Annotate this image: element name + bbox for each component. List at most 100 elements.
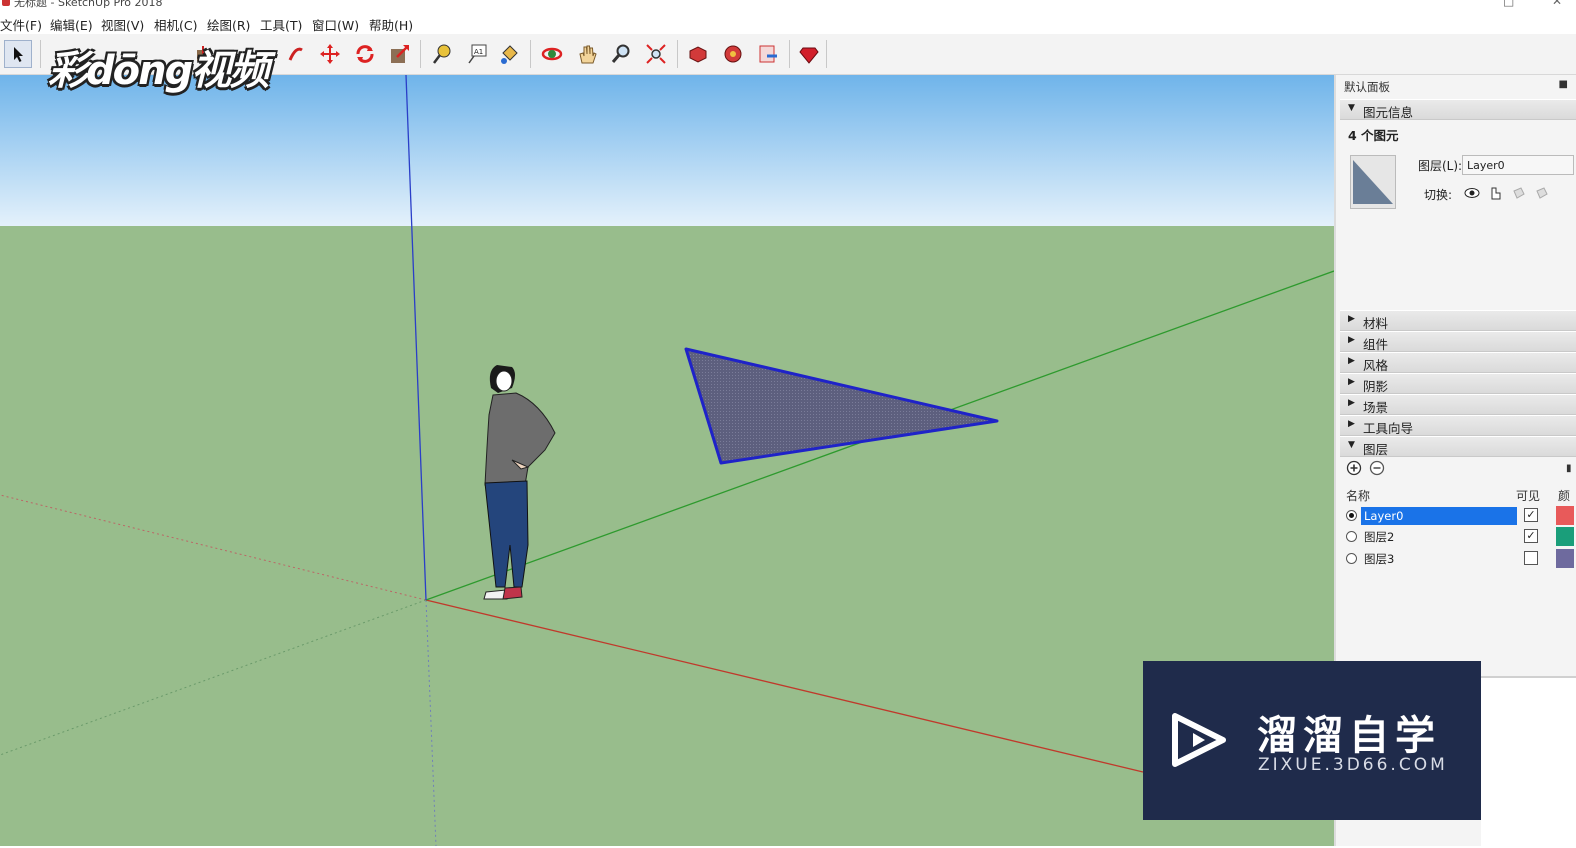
toolbar-separator <box>40 40 41 68</box>
instructor-section[interactable]: ▶ 工具向导 <box>1340 415 1576 436</box>
eye-icon <box>1464 188 1480 198</box>
menu-draw[interactable]: 绘图(R) <box>207 15 250 34</box>
pointer-icon <box>1491 187 1501 200</box>
layout-send-button[interactable] <box>754 40 782 68</box>
scale-tool-button[interactable] <box>386 40 414 68</box>
menu-edit[interactable]: 编辑(E) <box>50 15 93 34</box>
layer-name[interactable]: Layer0 <box>1361 507 1517 525</box>
tray-lower-area <box>1481 676 1576 848</box>
pin-icon[interactable]: ■ <box>1559 79 1568 90</box>
layer-name[interactable]: 图层3 <box>1361 550 1517 568</box>
entity-info-header[interactable]: ▼ 图元信息 <box>1340 99 1576 120</box>
receive-shadows-toggle[interactable] <box>1511 185 1527 201</box>
paint-bucket-tool-button[interactable] <box>495 40 523 68</box>
hand-icon <box>579 45 597 64</box>
section-label: 工具向导 <box>1363 421 1414 436</box>
zoom-tool-button[interactable] <box>607 40 635 68</box>
maximize-icon[interactable]: □ <box>1503 0 1514 8</box>
cast-shadows-toggle[interactable] <box>1534 185 1550 201</box>
menu-help[interactable]: 帮助(H) <box>369 15 413 34</box>
orbit-tool-button[interactable] <box>538 40 566 68</box>
magnifier-icon <box>611 44 630 63</box>
layer-dropdown[interactable]: Layer0 <box>1462 155 1574 175</box>
layer-color-swatch[interactable] <box>1556 506 1574 525</box>
3d-warehouse-icon <box>689 46 707 63</box>
rotate-icon <box>356 45 374 63</box>
zoom-extents-tool-button[interactable] <box>642 40 670 68</box>
collapsed-arrow-icon: ▶ <box>1348 398 1355 408</box>
layers-header[interactable]: ▼ 图层 <box>1340 436 1576 457</box>
components-section[interactable]: ▶ 组件 <box>1340 331 1576 352</box>
scale-icon <box>391 45 409 63</box>
active-layer-radio[interactable] <box>1346 531 1357 542</box>
send-to-layout-icon <box>759 45 777 63</box>
delete-layer-icon[interactable] <box>1369 460 1385 476</box>
collapsed-arrow-icon: ▶ <box>1348 335 1355 345</box>
layer-row[interactable]: 图层3 <box>1344 549 1574 569</box>
layer-row[interactable]: 图层2 ✓ <box>1344 527 1574 547</box>
watermark-badge: 溜溜自学 ZIXUE.3D66.COM <box>1143 661 1481 820</box>
toolbar-separator <box>530 40 531 68</box>
warehouse-button[interactable] <box>684 40 712 68</box>
ground-plane <box>0 226 1334 846</box>
layer-dropdown-value: Layer0 <box>1467 159 1505 172</box>
menu-bar: 文件(F) 编辑(E) 视图(V) 相机(C) 绘图(R) 工具(T) 窗口(W… <box>0 12 1576 34</box>
menu-tools[interactable]: 工具(T) <box>260 15 302 34</box>
paint-bucket-icon <box>501 45 518 64</box>
pan-tool-button[interactable] <box>573 40 601 68</box>
tray-title: 默认面板 <box>1344 80 1390 94</box>
layer-details-icon[interactable]: ▮ <box>1566 463 1572 474</box>
followme-tool-button[interactable] <box>282 40 310 68</box>
lock-toggle[interactable] <box>1488 185 1504 201</box>
select-tool-button[interactable] <box>4 40 32 68</box>
layer-color-swatch[interactable] <box>1556 549 1574 568</box>
channel-logo: 彩dōng视频 <box>48 48 269 94</box>
section-label: 图层 <box>1363 442 1389 457</box>
tape-measure-icon <box>433 44 451 64</box>
scenes-section[interactable]: ▶ 场景 <box>1340 394 1576 415</box>
styles-section[interactable]: ▶ 风格 <box>1340 352 1576 373</box>
extension-warehouse-button[interactable] <box>719 40 747 68</box>
menu-camera[interactable]: 相机(C) <box>154 15 197 34</box>
ruby-gem-icon <box>799 47 819 64</box>
face-thumbnail-icon <box>1353 160 1393 204</box>
viewport-canvas[interactable] <box>0 75 1334 846</box>
close-icon[interactable]: ✕ <box>1552 0 1562 8</box>
sketchup-app-icon <box>2 0 10 6</box>
section-label: 场景 <box>1363 400 1389 415</box>
active-layer-radio[interactable] <box>1346 553 1357 564</box>
model-viewport[interactable] <box>0 75 1334 846</box>
menu-view[interactable]: 视图(V) <box>101 15 144 34</box>
visibility-toggle[interactable] <box>1464 185 1480 201</box>
orbit-icon <box>541 47 563 61</box>
active-layer-radio[interactable] <box>1346 510 1357 521</box>
menu-window[interactable]: 窗口(W) <box>312 15 359 34</box>
layer-color-swatch[interactable] <box>1556 527 1574 546</box>
shadow-receive-icon <box>1513 187 1525 199</box>
move-tool-button[interactable] <box>316 40 344 68</box>
add-layer-icon[interactable] <box>1346 460 1362 476</box>
shadows-section[interactable]: ▶ 阴影 <box>1340 373 1576 394</box>
layer-row[interactable]: Layer0 ✓ <box>1344 506 1574 526</box>
visible-checkbox[interactable] <box>1524 551 1538 565</box>
collapsed-arrow-icon: ▶ <box>1348 377 1355 387</box>
section-label: 阴影 <box>1363 379 1389 394</box>
window-title: 无标题 - SketchUp Pro 2018 <box>14 0 163 8</box>
toolbar-separator <box>826 40 827 68</box>
section-label: 风格 <box>1363 358 1389 373</box>
rotate-tool-button[interactable] <box>351 40 379 68</box>
visible-checkbox[interactable]: ✓ <box>1524 508 1538 522</box>
ruby-console-button[interactable] <box>795 40 823 68</box>
tape-measure-tool-button[interactable] <box>428 40 456 68</box>
expanded-arrow-icon: ▼ <box>1348 103 1355 113</box>
layer-name[interactable]: 图层2 <box>1361 528 1517 546</box>
menu-file[interactable]: 文件(F) <box>0 15 42 34</box>
shadow-cast-icon <box>1536 187 1548 199</box>
materials-section[interactable]: ▶ 材料 <box>1340 310 1576 331</box>
followme-icon <box>288 47 303 61</box>
section-label: 材料 <box>1363 316 1389 331</box>
title-bar: 无标题 - SketchUp Pro 2018 □ ✕ <box>0 0 1576 8</box>
visible-checkbox[interactable]: ✓ <box>1524 529 1538 543</box>
collapsed-arrow-icon: ▶ <box>1348 314 1355 324</box>
text-tool-button[interactable]: A1 <box>463 40 491 68</box>
